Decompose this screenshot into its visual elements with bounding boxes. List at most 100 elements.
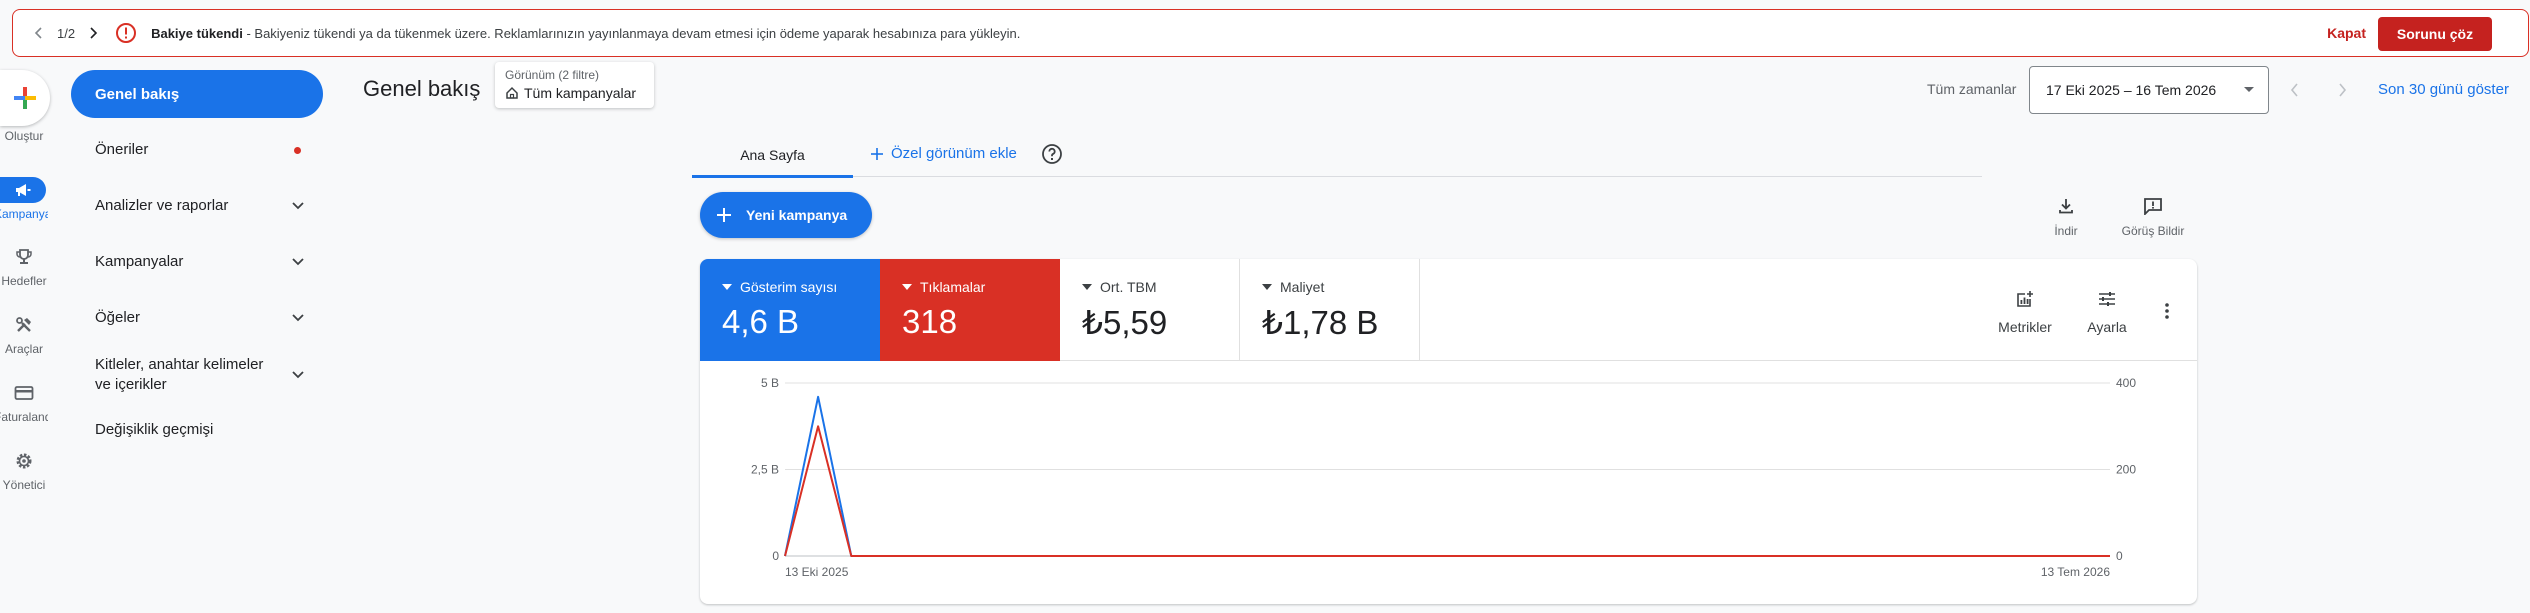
nav-item-overview[interactable]: Genel bakış	[71, 70, 323, 118]
metric-avg-cpc[interactable]: Ort. TBM ₺5,59	[1060, 259, 1240, 361]
add-chart-icon	[1995, 287, 2055, 311]
chevron-down-icon	[292, 202, 304, 210]
fix-issue-button[interactable]: Sorunu çöz	[2378, 17, 2492, 51]
view-filter-chip[interactable]: Görünüm (2 filtre) Tüm kampanyalar	[495, 62, 654, 108]
feedback-icon	[2118, 194, 2188, 218]
metric-clicks[interactable]: Tıklamalar 318	[880, 259, 1060, 361]
chevron-right-icon[interactable]	[2330, 78, 2354, 102]
download-label: İndir	[2054, 224, 2078, 238]
tabs-divider	[692, 176, 1982, 177]
dropdown-caret-icon	[1082, 284, 1092, 290]
metrics-button[interactable]: Metrikler	[1995, 287, 2055, 335]
last-30-days-link[interactable]: Son 30 günü göster	[2378, 81, 2509, 98]
metric-value: ₺1,78 B	[1262, 304, 1379, 341]
rail-item-billing[interactable]: Faturalandırma	[0, 380, 48, 424]
performance-card: Gösterim sayısı 4,6 B Tıklamalar 318 Ort…	[700, 259, 2197, 604]
dropdown-caret-icon	[2244, 87, 2254, 92]
metric-cost[interactable]: Maliyet ₺1,78 B	[1240, 259, 1420, 361]
nav-item-change-history[interactable]: Değişiklik geçmişi	[95, 420, 305, 440]
add-custom-view-label: Özel görünüm ekle	[891, 145, 1017, 162]
nav-item-campaigns[interactable]: Kampanyalar	[95, 252, 305, 272]
alert-banner: 1/2 Bakiye tükendi - Bakiyeniz tükendi y…	[12, 9, 2529, 57]
pager-count: 1/2	[57, 25, 76, 41]
page-title: Genel bakış	[363, 76, 481, 101]
chevron-left-icon[interactable]	[2283, 78, 2307, 102]
date-range-select[interactable]: 17 Eki 2025 – 16 Tem 2026	[2029, 66, 2269, 114]
banner-text: - Bakiyeniz tükendi ya da tükenmek üzere…	[242, 25, 1021, 41]
series-line-clicks	[784, 425, 2110, 557]
nav-item-insights-reports[interactable]: Analizler ve raporlar	[95, 196, 305, 216]
rail-label: Kampanyalar	[0, 207, 48, 221]
download-button[interactable]: İndir	[2050, 194, 2082, 238]
trophy-icon	[0, 244, 48, 270]
plus-icon	[14, 87, 36, 109]
rail-item-campaigns[interactable]: Kampanyalar	[0, 177, 48, 221]
rail-item-tools[interactable]: Araçlar	[0, 312, 48, 356]
nav-item-assets[interactable]: Öğeler	[95, 308, 305, 328]
plus-icon	[871, 147, 883, 160]
x-axis-tick-label: 13 Tem 2026	[2041, 565, 2110, 579]
feedback-label: Görüş Bildir	[2121, 224, 2185, 238]
chevron-down-icon	[292, 314, 304, 322]
add-custom-view-button[interactable]: Özel görünüm ekle	[870, 145, 1017, 162]
rail-item-admin[interactable]: Yönetici	[0, 448, 48, 492]
date-range-value: 17 Eki 2025 – 16 Tem 2026	[2046, 82, 2217, 98]
close-button[interactable]: Kapat	[2327, 25, 2366, 41]
tab-home[interactable]: Ana Sayfa	[692, 142, 853, 178]
left-axis-tick-label: 0	[772, 549, 779, 563]
tools-icon	[0, 312, 48, 338]
new-campaign-button[interactable]: Yeni kampanya	[700, 192, 872, 238]
nav-item-audiences[interactable]: Kitleler, anahtar kelimeler ve içerikler	[95, 355, 305, 395]
nav-item-label: Öneriler	[95, 141, 149, 158]
rail-item-goals[interactable]: Hedefler	[0, 244, 48, 288]
download-icon	[2050, 194, 2082, 218]
view-filter-label: Tüm kampanyalar	[524, 85, 637, 101]
banner-title: Bakiye tükendi	[151, 25, 243, 41]
nav-item-recommendations[interactable]: Öneriler	[95, 140, 305, 160]
chevron-down-icon	[292, 371, 304, 379]
metric-value: 4,6 B	[722, 303, 800, 340]
megaphone-icon	[0, 177, 46, 203]
chevron-left-icon[interactable]	[27, 21, 51, 45]
metric-value: ₺5,59	[1082, 304, 1168, 341]
more-vert-icon[interactable]	[2155, 299, 2179, 323]
metric-label: Gösterim sayısı	[740, 279, 838, 295]
rail-label: Faturalandırma	[0, 410, 48, 424]
series-line-impressions	[784, 395, 2110, 557]
nav-item-label: Analizler ve raporlar	[95, 197, 229, 214]
banner-pager: 1/2	[27, 21, 105, 45]
help-icon[interactable]	[1040, 142, 1064, 166]
adjust-label: Ayarla	[2087, 319, 2127, 335]
metric-label: Ort. TBM	[1100, 279, 1157, 295]
tune-icon	[2082, 287, 2132, 311]
left-axis-tick-label: 5 B	[761, 376, 779, 390]
gear-icon	[0, 448, 48, 474]
right-axis-tick-label: 200	[2116, 463, 2136, 477]
right-axis-tick-label: 400	[2116, 376, 2136, 390]
right-axis-tick-label: 0	[2116, 549, 2123, 563]
plus-icon	[717, 208, 731, 222]
banner-message: Bakiye tükendi - Bakiyeniz tükendi ya da…	[151, 26, 1020, 41]
feedback-button[interactable]: Görüş Bildir	[2118, 194, 2188, 238]
dropdown-caret-icon	[722, 284, 732, 290]
date-range-label: Tüm zamanlar	[1927, 81, 2017, 97]
metrics-label: Metrikler	[1998, 319, 2052, 335]
metric-impressions[interactable]: Gösterim sayısı 4,6 B	[700, 259, 880, 361]
dropdown-caret-icon	[1262, 284, 1272, 290]
left-axis-tick-label: 2,5 B	[751, 463, 779, 477]
error-icon	[115, 22, 137, 44]
adjust-button[interactable]: Ayarla	[2082, 287, 2132, 335]
metric-label: Maliyet	[1280, 279, 1325, 295]
view-filter-count: Görünüm (2 filtre)	[505, 68, 600, 82]
notification-dot	[294, 146, 301, 154]
create-button[interactable]	[0, 70, 50, 126]
create-label: Oluştur	[4, 129, 44, 143]
rail-label: Hedefler	[1, 274, 47, 288]
home-icon	[506, 86, 518, 99]
nav-item-label: Öğeler	[95, 309, 141, 326]
rail-label: Araçlar	[4, 342, 43, 356]
nav-item-label: Kitleler, anahtar kelimeler ve içerikler	[95, 356, 264, 393]
nav-item-label: Değişiklik geçmişi	[95, 421, 214, 438]
metric-bar-spacer	[1420, 259, 2197, 361]
chevron-right-icon[interactable]	[81, 21, 105, 45]
